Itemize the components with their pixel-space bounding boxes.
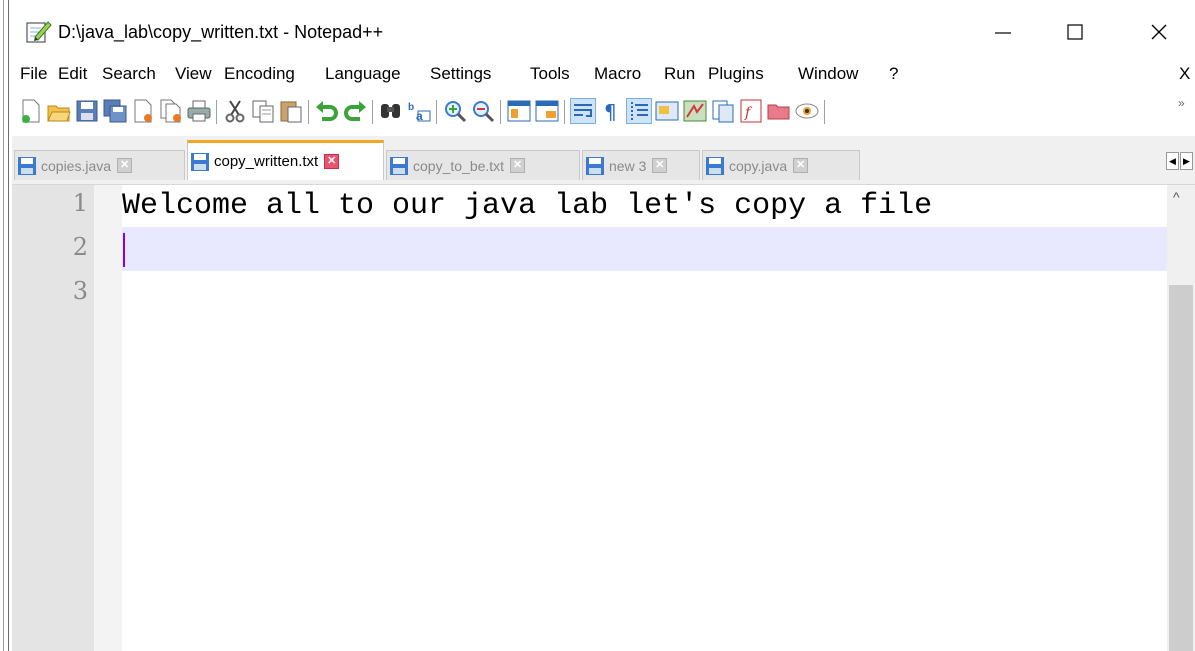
window-left-edge	[0, 0, 4, 651]
tab-label: copy_written.txt	[214, 153, 319, 170]
tab-copy-to-be-txt[interactable]: copy_to_be.txt ✕	[386, 150, 580, 180]
pdf-icon[interactable]: f	[738, 98, 764, 124]
svg-text:b: b	[408, 102, 414, 113]
tab-new-3[interactable]: new 3 ✕	[582, 150, 700, 180]
menu-edit[interactable]: Edit	[58, 64, 87, 84]
fold-margin	[94, 185, 122, 651]
paste-icon[interactable]	[278, 98, 304, 124]
indent-guide-icon[interactable]	[626, 98, 652, 124]
tab-label: copy_to_be.txt	[413, 157, 505, 174]
line-number: 3	[72, 277, 88, 305]
tab-bar: copies.java ✕ copy_written.txt ✕ copy_to…	[12, 136, 1195, 185]
menu-window[interactable]: Window	[798, 64, 858, 84]
minimize-button[interactable]	[980, 12, 1026, 52]
menu-plugins[interactable]: Plugins	[708, 64, 764, 84]
tab-scroll-right-icon[interactable]: ▶	[1180, 152, 1193, 170]
folder-icon[interactable]	[766, 98, 792, 124]
toolbar-separator	[308, 100, 309, 124]
vertical-scrollbar[interactable]: ^	[1167, 185, 1195, 651]
svg-text:¶: ¶	[604, 100, 617, 124]
menu-search[interactable]: Search	[102, 64, 156, 84]
new-file-icon[interactable]	[18, 98, 44, 124]
window-left-edge-line	[8, 0, 9, 651]
menu-encoding[interactable]: Encoding	[224, 64, 295, 84]
line-number: 2	[72, 233, 88, 261]
menu-view[interactable]: View	[175, 64, 212, 84]
close-icon[interactable]	[130, 98, 156, 124]
replace-icon[interactable]: ba	[406, 98, 432, 124]
tab-copy-written-txt[interactable]: copy_written.txt ✕	[187, 140, 384, 180]
close-document-x[interactable]: X	[1179, 64, 1190, 84]
close-all-icon[interactable]	[158, 98, 184, 124]
tab-scroll-left-icon[interactable]: ◀	[1166, 152, 1179, 170]
tab-close-icon[interactable]: ✕	[117, 158, 133, 173]
scroll-up-icon[interactable]: ^	[1173, 189, 1180, 205]
word-wrap-icon[interactable]	[570, 98, 596, 124]
sync-vertical-icon[interactable]	[506, 98, 532, 124]
save-all-icon[interactable]	[102, 98, 128, 124]
menu-file[interactable]: File	[20, 64, 47, 84]
menu-tools[interactable]: Tools	[530, 64, 570, 84]
tab-copy-java[interactable]: copy.java ✕	[702, 150, 860, 180]
tab-label: new 3	[609, 157, 647, 174]
window-title: D:\java_lab\copy_written.txt - Notepad++	[58, 22, 384, 42]
current-line-highlight	[122, 227, 1167, 271]
toolbar: ba ¶ f »	[12, 92, 1195, 132]
scrollbar-thumb[interactable]	[1169, 285, 1193, 651]
cut-icon[interactable]	[222, 98, 248, 124]
saved-disk-icon	[706, 156, 724, 175]
line-number: 1	[72, 189, 88, 217]
tab-close-icon[interactable]: ✕	[324, 154, 340, 169]
tab-close-icon[interactable]: ✕	[793, 158, 809, 173]
saved-disk-icon	[586, 156, 604, 175]
find-icon[interactable]	[378, 98, 404, 124]
close-window-button[interactable]	[1136, 12, 1182, 52]
title-bar: D:\java_lab\copy_written.txt - Notepad++	[12, 0, 1195, 58]
folder-as-workspace-icon[interactable]	[710, 98, 736, 124]
tab-close-icon[interactable]: ✕	[652, 158, 668, 173]
toolbar-separator	[372, 100, 373, 124]
tab-label: copies.java	[41, 157, 112, 174]
zoom-out-icon[interactable]	[470, 98, 496, 124]
notepad-plus-plus-icon	[26, 20, 52, 44]
toolbar-separator	[436, 100, 437, 124]
function-list-icon[interactable]	[682, 98, 708, 124]
maximize-button[interactable]	[1052, 12, 1098, 52]
menu-macro[interactable]: Macro	[594, 64, 641, 84]
saved-disk-icon	[390, 156, 408, 175]
copy-icon[interactable]	[250, 98, 276, 124]
undo-icon[interactable]	[314, 98, 340, 124]
menu-language[interactable]: Language	[325, 64, 401, 84]
toolbar-separator	[564, 100, 565, 124]
toolbar-separator	[500, 100, 501, 124]
toolbar-separator	[824, 100, 825, 124]
toolbar-separator	[216, 100, 217, 124]
menu-run[interactable]: Run	[664, 64, 695, 84]
toolbar-overflow-chevron[interactable]: »	[1178, 96, 1185, 110]
text-caret	[123, 233, 125, 267]
tab-close-icon[interactable]: ✕	[510, 158, 526, 173]
show-all-chars-icon[interactable]: ¶	[598, 98, 624, 124]
save-icon[interactable]	[74, 98, 100, 124]
monitor-icon[interactable]	[794, 98, 820, 124]
saved-disk-icon	[191, 152, 209, 171]
menu-bar: File Edit Search View Encoding Language …	[12, 62, 1195, 90]
tab-label: copy.java	[729, 157, 788, 174]
open-file-icon[interactable]	[46, 98, 72, 124]
tab-copies-java[interactable]: copies.java ✕	[14, 150, 185, 180]
zoom-in-icon[interactable]	[442, 98, 468, 124]
editor-line[interactable]: Welcome all to our java lab let's copy a…	[122, 189, 932, 223]
saved-disk-icon	[18, 156, 36, 175]
print-icon[interactable]	[186, 98, 212, 124]
redo-icon[interactable]	[342, 98, 368, 124]
doc-map-icon[interactable]	[654, 98, 680, 124]
menu-help[interactable]: ?	[889, 64, 898, 84]
menu-settings[interactable]: Settings	[430, 64, 491, 84]
editor-area[interactable]: 1 2 3 Welcome all to our java lab let's …	[12, 185, 1195, 651]
sync-horizontal-icon[interactable]	[534, 98, 560, 124]
